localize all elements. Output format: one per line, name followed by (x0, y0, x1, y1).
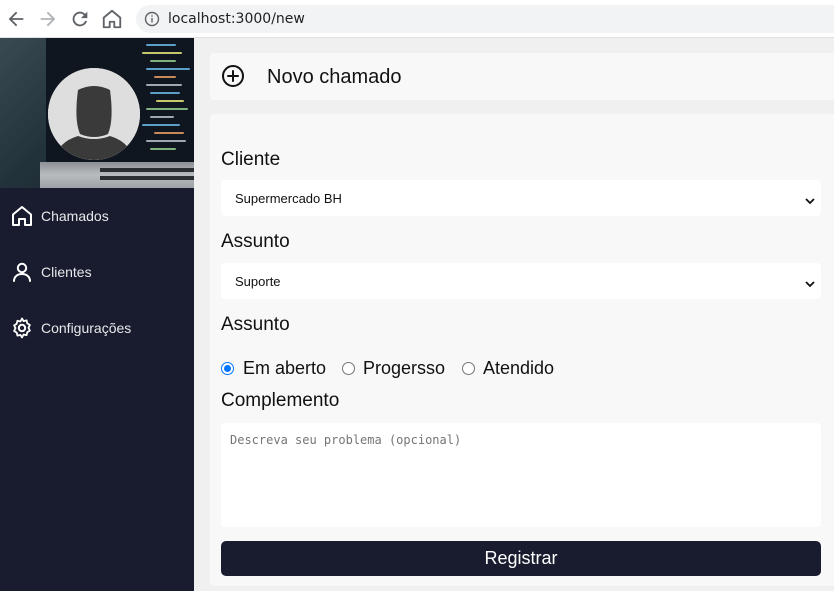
sidebar-item-clientes[interactable]: Clientes (0, 252, 194, 292)
reload-icon[interactable] (69, 8, 91, 30)
laptop-keyboard (40, 162, 194, 188)
radio-label: Progersso (363, 358, 446, 378)
chevron-down-icon (805, 193, 815, 205)
radio-label: Atendido (483, 358, 555, 378)
browser-toolbar: localhost:3000/new (0, 0, 834, 38)
cliente-label: Cliente (221, 149, 281, 170)
complemento-placeholder: Descreva seu problema (opcional) (230, 433, 462, 447)
home-icon (10, 204, 34, 228)
info-icon[interactable] (144, 11, 160, 27)
url-text: localhost:3000/new (168, 11, 305, 27)
forward-arrow-icon[interactable] (37, 8, 59, 30)
status-radio-group: Em aberto Progersso Atendido (221, 357, 821, 379)
sidebar-header-image (0, 38, 194, 188)
radio-em-aberto[interactable] (221, 362, 234, 375)
assunto-select-value: Suporte (235, 274, 281, 289)
home-icon[interactable] (101, 8, 123, 30)
plus-circle-icon (221, 64, 245, 88)
radio-label: Em aberto (243, 358, 327, 378)
gear-icon (10, 316, 34, 340)
user-icon (10, 260, 34, 284)
chevron-down-icon (805, 276, 815, 288)
cliente-select[interactable]: Supermercado BH (221, 180, 821, 216)
sidebar: Chamados Clientes Configurações (0, 38, 194, 591)
status-label: Assunto (221, 314, 290, 335)
sidebar-item-label: Clientes (41, 264, 92, 280)
sidebar-item-label: Configurações (41, 320, 132, 336)
avatar[interactable] (48, 68, 140, 160)
radio-progersso[interactable] (342, 362, 355, 375)
sidebar-item-chamados[interactable]: Chamados (0, 196, 194, 236)
sidebar-item-label: Chamados (41, 208, 109, 224)
page-title: Novo chamado (267, 66, 402, 88)
back-arrow-icon[interactable] (5, 8, 27, 30)
new-ticket-form: Cliente Supermercado BH Assunto Suporte … (210, 114, 834, 586)
sidebar-item-configuracoes[interactable]: Configurações (0, 308, 194, 348)
registrar-button[interactable]: Registrar (221, 541, 821, 576)
complemento-label: Complemento (221, 390, 340, 411)
assunto-select[interactable]: Suporte (221, 263, 821, 299)
address-bar[interactable]: localhost:3000/new (136, 5, 834, 33)
page-header: Novo chamado (210, 53, 834, 100)
cliente-select-value: Supermercado BH (235, 191, 342, 206)
complemento-textarea[interactable]: Descreva seu problema (opcional) (221, 423, 821, 527)
assunto-label: Assunto (221, 231, 290, 252)
radio-atendido[interactable] (462, 362, 475, 375)
